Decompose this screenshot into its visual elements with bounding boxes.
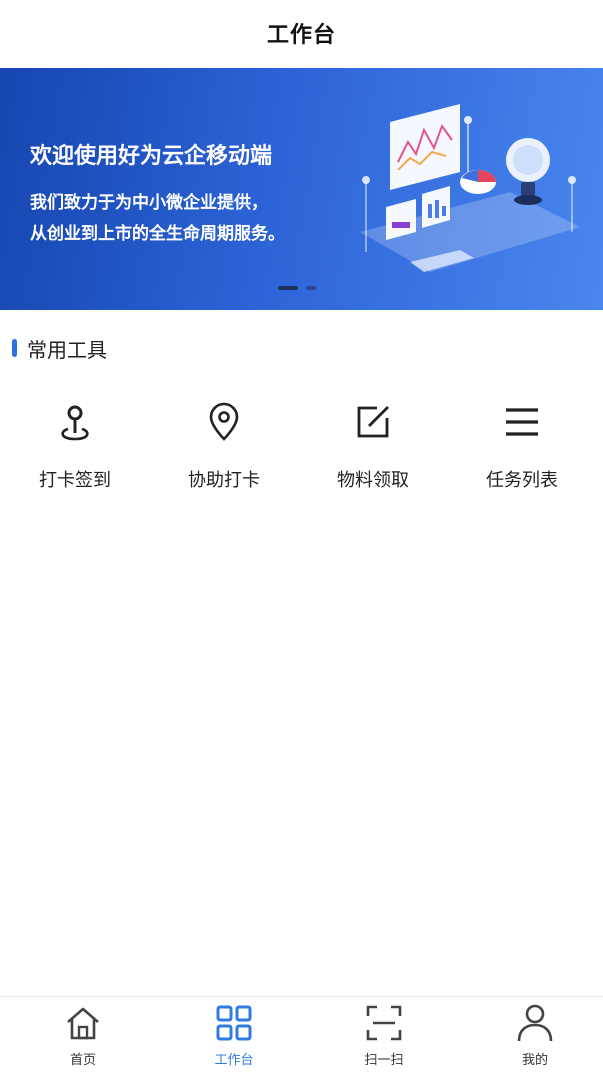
banner-illustration [360,104,580,272]
banner-desc-line-2: 从创业到上市的全生命周期服务。 [30,224,285,244]
banner-dot-active[interactable] [278,286,298,290]
banner-headline: 欢迎使用好为云企移动端 [30,144,273,169]
tools-section-header: 常用工具 [12,334,107,362]
location-pin-icon [202,400,246,444]
home-icon [63,1003,103,1043]
tools-grid: 打卡签到 协助打卡 物料领取 任务列表 [0,400,603,510]
tab-label: 扫一扫 [364,1053,404,1068]
banner-description: 我们致力于为中小微企业提供， 从创业到上市的全生命周期服务。 [30,188,285,250]
tab-scan[interactable]: 扫一扫 [309,997,459,1074]
tab-label: 首页 [69,1053,96,1068]
tab-label: 工作台 [214,1053,254,1068]
banner-desc-line-1: 我们致力于为中小微企业提供， [30,193,268,213]
workbench-page: 工作台 欢迎使用好为云企移动端 我们致力于为中小微企业提供， 从创业到上市的全生… [0,0,603,1074]
tool-label: 协助打卡 [188,470,260,491]
promo-banner[interactable]: 欢迎使用好为云企移动端 我们致力于为中小微企业提供， 从创业到上市的全生命周期服… [0,68,603,310]
tool-label: 打卡签到 [39,470,111,491]
bottom-tab-bar: 首页 工作台 扫一扫 我的 [0,996,603,1074]
tool-checkin[interactable]: 打卡签到 [0,400,150,510]
section-accent-bar [12,339,17,357]
map-pin-checkin-icon [53,400,97,444]
banner-pagination [278,286,316,290]
edit-square-icon [351,400,395,444]
tool-assist-checkin[interactable]: 协助打卡 [149,400,299,510]
section-title: 常用工具 [27,337,107,362]
tool-label: 物料领取 [337,470,409,491]
top-nav-bar: 工作台 [0,0,603,66]
user-icon [515,1003,555,1043]
tab-me[interactable]: 我的 [460,997,603,1074]
banner-dot[interactable] [306,286,316,290]
grid-icon [214,1003,254,1043]
tool-material-pickup[interactable]: 物料领取 [298,400,448,510]
tool-label: 任务列表 [486,470,558,491]
tab-label: 我的 [521,1053,548,1068]
tab-home[interactable]: 首页 [8,997,158,1074]
scan-icon [364,1003,404,1043]
page-title: 工作台 [266,23,336,48]
tool-task-list[interactable]: 任务列表 [447,400,597,510]
list-menu-icon [500,400,544,444]
tab-workbench[interactable]: 工作台 [159,997,309,1074]
